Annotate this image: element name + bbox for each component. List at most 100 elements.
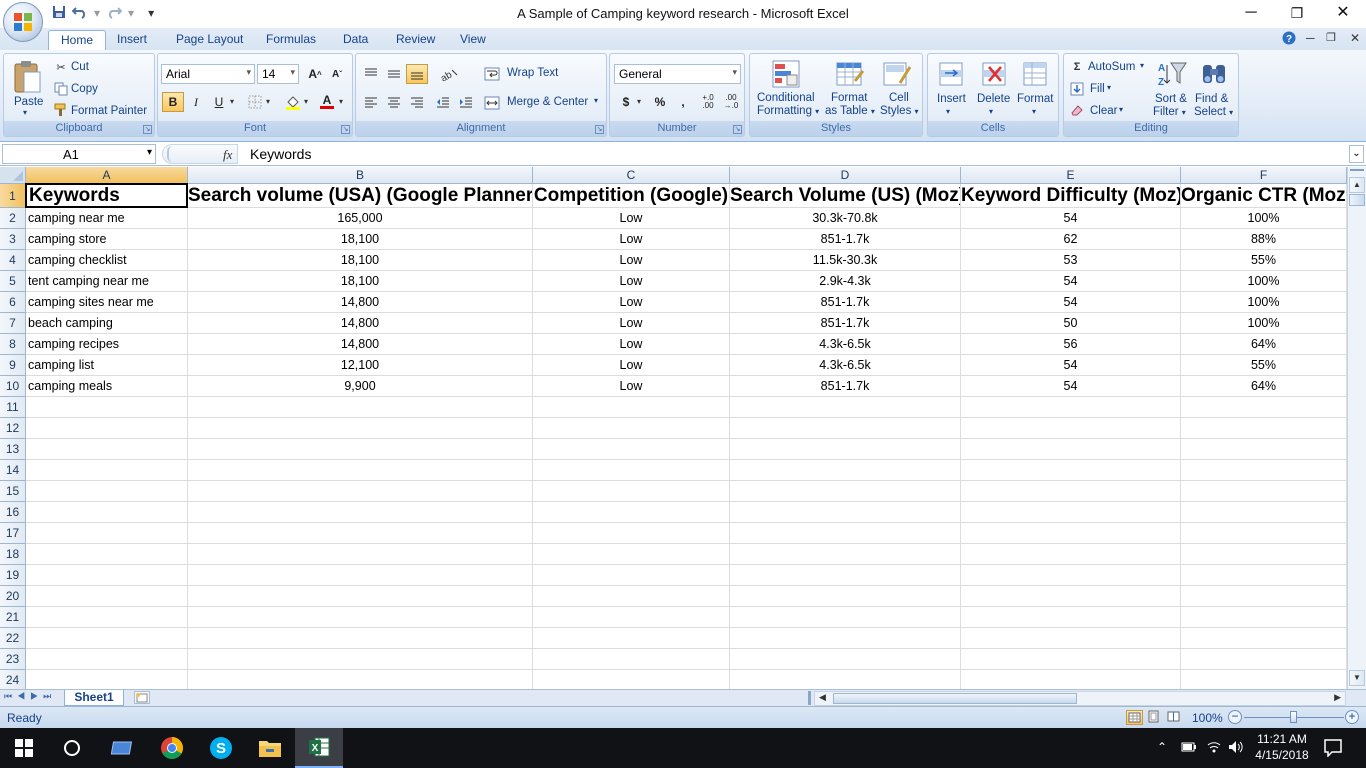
header-cell-f[interactable]: Organic CTR (Moz) xyxy=(1181,184,1347,208)
cell-d21[interactable] xyxy=(730,607,961,628)
cell-b20[interactable] xyxy=(188,586,533,607)
insert-dropdown-icon[interactable]: ▾ xyxy=(946,107,950,116)
font-color-dropdown-icon[interactable]: ▾ xyxy=(339,97,343,106)
cell-e8[interactable]: 56 xyxy=(961,334,1181,355)
windows-start-icon[interactable] xyxy=(0,728,48,768)
font-color-button[interactable]: A xyxy=(316,92,338,112)
tab-home[interactable]: Home xyxy=(48,30,107,50)
paste-icon[interactable] xyxy=(10,58,44,96)
sheet-navigation-icons[interactable]: ⏮◀▶⏭ xyxy=(4,691,56,702)
cell-a24[interactable] xyxy=(26,670,188,689)
cut-button[interactable]: Cut xyxy=(71,61,89,73)
row-header-1[interactable]: 1 xyxy=(0,184,26,208)
save-icon[interactable] xyxy=(52,5,66,22)
number-launcher-icon[interactable]: ↘ xyxy=(733,125,742,134)
format-painter-button[interactable]: Format Painter xyxy=(71,105,147,117)
cell-f16[interactable] xyxy=(1181,502,1347,523)
cell-e15[interactable] xyxy=(961,481,1181,502)
percent-button[interactable]: % xyxy=(649,92,671,112)
merge-center-button[interactable]: Merge & Center xyxy=(507,96,588,108)
row-header-12[interactable]: 12 xyxy=(0,418,26,439)
show-hidden-icons[interactable]: ⌃ xyxy=(1157,740,1167,754)
cell-b16[interactable] xyxy=(188,502,533,523)
scroll-down-icon[interactable]: ▼ xyxy=(1349,670,1365,686)
cell-c12[interactable] xyxy=(533,418,730,439)
row-header-19[interactable]: 19 xyxy=(0,565,26,586)
align-center-button[interactable] xyxy=(383,92,405,112)
cell-a17[interactable] xyxy=(26,523,188,544)
cell-b24[interactable] xyxy=(188,670,533,689)
cell-b7[interactable]: 14,800 xyxy=(188,313,533,334)
cell-c10[interactable]: Low xyxy=(533,376,730,397)
find-select-label1[interactable]: Find & xyxy=(1195,93,1228,105)
copy-button[interactable]: Copy xyxy=(71,83,98,95)
row-header-14[interactable]: 14 xyxy=(0,460,26,481)
borders-button[interactable] xyxy=(244,92,266,112)
align-left-button[interactable] xyxy=(360,92,382,112)
cell-b14[interactable] xyxy=(188,460,533,481)
cell-a14[interactable] xyxy=(26,460,188,481)
grow-font-button[interactable]: A ^ xyxy=(304,64,326,84)
cell-b17[interactable] xyxy=(188,523,533,544)
clear-dropdown-icon[interactable]: ▾ xyxy=(1119,105,1123,114)
cell-a7[interactable]: beach camping xyxy=(26,313,188,334)
cell-d22[interactable] xyxy=(730,628,961,649)
format-cells-button[interactable]: Format xyxy=(1017,93,1053,105)
tab-data[interactable]: Data xyxy=(331,30,380,50)
row-header-2[interactable]: 2 xyxy=(0,208,26,229)
format-as-table-label1[interactable]: Format xyxy=(831,92,867,104)
cell-f19[interactable] xyxy=(1181,565,1347,586)
cell-b11[interactable] xyxy=(188,397,533,418)
cell-e18[interactable] xyxy=(961,544,1181,565)
conditional-formatting-label1[interactable]: Conditional xyxy=(757,92,815,104)
cell-f7[interactable]: 100% xyxy=(1181,313,1347,334)
task-view-icon[interactable] xyxy=(99,728,147,768)
cell-f14[interactable] xyxy=(1181,460,1347,481)
cell-d11[interactable] xyxy=(730,397,961,418)
cell-c5[interactable]: Low xyxy=(533,271,730,292)
cell-c11[interactable] xyxy=(533,397,730,418)
row-header-13[interactable]: 13 xyxy=(0,439,26,460)
cell-e23[interactable] xyxy=(961,649,1181,670)
cell-e7[interactable]: 50 xyxy=(961,313,1181,334)
tab-split-handle[interactable] xyxy=(808,691,811,705)
cell-d24[interactable] xyxy=(730,670,961,689)
row-header-7[interactable]: 7 xyxy=(0,313,26,334)
cell-d8[interactable]: 4.3k-6.5k xyxy=(730,334,961,355)
cell-c20[interactable] xyxy=(533,586,730,607)
row-header-17[interactable]: 17 xyxy=(0,523,26,544)
cell-e17[interactable] xyxy=(961,523,1181,544)
formula-bar-grip-icon[interactable] xyxy=(167,146,177,162)
cell-a15[interactable] xyxy=(26,481,188,502)
cell-a23[interactable] xyxy=(26,649,188,670)
cell-f2[interactable]: 100% xyxy=(1181,208,1347,229)
cell-f13[interactable] xyxy=(1181,439,1347,460)
fill-dropdown-icon[interactable]: ▾ xyxy=(1107,83,1111,92)
cell-b6[interactable]: 14,800 xyxy=(188,292,533,313)
fill-color-button[interactable] xyxy=(282,92,304,112)
header-cell-b[interactable]: Search volume (USA) (Google Planner) xyxy=(188,184,533,208)
currency-button[interactable]: $ xyxy=(615,92,637,112)
cell-b18[interactable] xyxy=(188,544,533,565)
row-header-15[interactable]: 15 xyxy=(0,481,26,502)
cell-a18[interactable] xyxy=(26,544,188,565)
zoom-slider-thumb[interactable] xyxy=(1290,711,1297,723)
cell-d16[interactable] xyxy=(730,502,961,523)
cell-e5[interactable]: 54 xyxy=(961,271,1181,292)
cell-a4[interactable]: camping checklist xyxy=(26,250,188,271)
cell-f12[interactable] xyxy=(1181,418,1347,439)
cell-e11[interactable] xyxy=(961,397,1181,418)
align-middle-button[interactable] xyxy=(383,64,405,84)
normal-view-icon[interactable] xyxy=(1126,710,1143,725)
cell-a6[interactable]: camping sites near me xyxy=(26,292,188,313)
row-header-5[interactable]: 5 xyxy=(0,271,26,292)
name-box[interactable]: A1 ▾ xyxy=(2,144,156,164)
cell-a16[interactable] xyxy=(26,502,188,523)
cell-a11[interactable] xyxy=(26,397,188,418)
cell-c22[interactable] xyxy=(533,628,730,649)
cell-c18[interactable] xyxy=(533,544,730,565)
font-launcher-icon[interactable]: ↘ xyxy=(341,125,350,134)
cell-d19[interactable] xyxy=(730,565,961,586)
font-name-select[interactable]: Arial ▾ xyxy=(161,64,255,84)
header-cell-d[interactable]: Search Volume (US) (Moz) xyxy=(730,184,961,208)
